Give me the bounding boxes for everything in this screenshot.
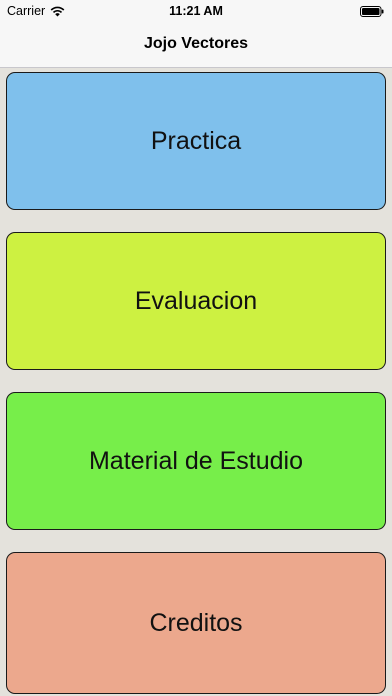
status-bar: Carrier 11:21 AM bbox=[0, 0, 392, 22]
practica-label: Practica bbox=[150, 126, 242, 155]
status-time: 11:21 AM bbox=[169, 4, 223, 18]
nav-title: Jojo Vectores bbox=[143, 35, 249, 52]
practica-button[interactable]: Practica bbox=[6, 72, 386, 210]
battery-icon bbox=[360, 6, 384, 17]
creditos-label: Creditos bbox=[149, 608, 243, 637]
material-de-estudio-label: Material de Estudio bbox=[88, 446, 303, 475]
top-bar: Carrier 11:21 AM Jojo Vectores bbox=[0, 0, 392, 68]
creditos-button[interactable]: Creditos bbox=[6, 552, 386, 694]
evaluacion-label: Evaluacion bbox=[134, 286, 258, 315]
material-de-estudio-button[interactable]: Material de Estudio bbox=[6, 392, 386, 530]
evaluacion-button[interactable]: Evaluacion bbox=[6, 232, 386, 370]
